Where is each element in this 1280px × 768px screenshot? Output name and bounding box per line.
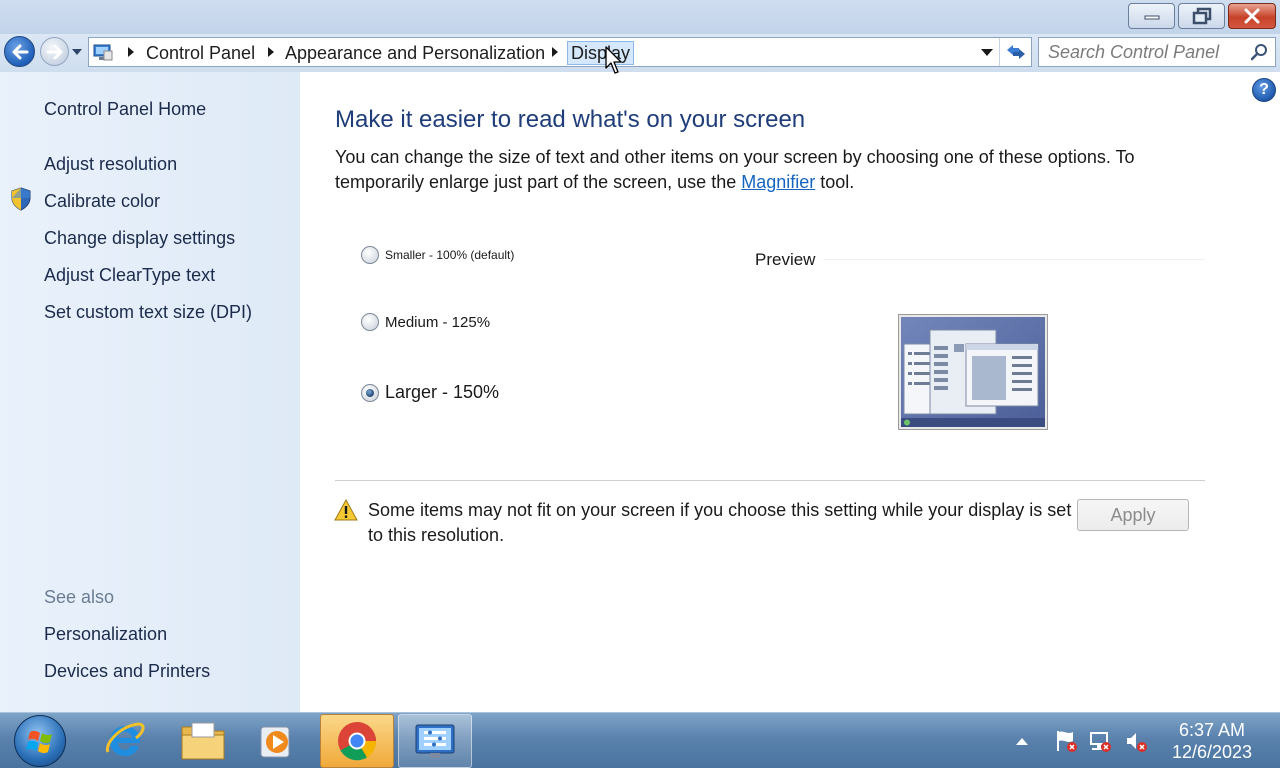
preview-label: Preview	[755, 250, 816, 269]
magnifier-link[interactable]: Magnifier	[741, 172, 815, 192]
breadcrumb-separator-icon	[128, 47, 134, 57]
address-dropdown-button[interactable]	[977, 38, 997, 66]
section-divider	[335, 480, 1205, 481]
breadcrumb-control-panel[interactable]: Control Panel	[143, 41, 258, 65]
left-pane: Control Panel Home Adjust resolution Cal…	[0, 72, 300, 712]
chrome-icon	[338, 722, 377, 761]
control-panel-icon	[415, 724, 455, 758]
media-player-icon	[260, 726, 290, 758]
refresh-icon	[1006, 45, 1025, 59]
action-center-flag-icon[interactable]	[1054, 729, 1078, 753]
custom-text-size-link[interactable]: Set custom text size (DPI)	[44, 302, 252, 323]
see-also-heading: See also	[44, 587, 115, 607]
volume-muted-icon[interactable]	[1124, 729, 1148, 753]
minimize-button[interactable]	[1128, 3, 1175, 29]
option-medium[interactable]: Medium - 125%	[361, 313, 490, 331]
navigation-bar: Control Panel Appearance and Personaliza…	[0, 34, 1280, 72]
page-description: You can change the size of text and othe…	[335, 145, 1175, 195]
back-button[interactable]	[4, 36, 35, 67]
option-smaller-label: Smaller - 100% (default)	[385, 248, 515, 262]
back-arrow-icon	[12, 44, 28, 59]
breadcrumb-appearance[interactable]: Appearance and Personalization	[282, 41, 548, 65]
calibrate-color-link[interactable]: Calibrate color	[44, 191, 160, 212]
description-text-end: tool.	[815, 172, 855, 192]
recent-pages-button[interactable]	[71, 46, 83, 58]
restore-icon	[1192, 7, 1211, 25]
forward-button[interactable]	[40, 37, 69, 66]
devices-and-printers-link[interactable]: Devices and Printers	[44, 661, 210, 682]
control-panel-home-link[interactable]: Control Panel Home	[44, 99, 206, 120]
warning-message: Some items may not fit on your screen if…	[368, 500, 1072, 545]
title-bar	[0, 0, 1280, 34]
internet-explorer-icon	[105, 722, 145, 756]
chevron-down-icon	[981, 48, 993, 56]
option-smaller[interactable]: Smaller - 100% (default)	[361, 246, 514, 264]
windows-logo-icon	[26, 730, 52, 754]
help-icon[interactable]: ?	[1252, 78, 1276, 102]
personalization-link[interactable]: Personalization	[44, 624, 167, 645]
close-button[interactable]	[1228, 3, 1276, 29]
adjust-resolution-link[interactable]: Adjust resolution	[44, 154, 177, 175]
search-input[interactable]	[1039, 38, 1247, 66]
option-medium-label: Medium - 125%	[385, 313, 491, 331]
radio-smaller[interactable]	[361, 246, 379, 264]
taskbar-clock[interactable]: 6:37 AM 12/6/2023	[1160, 719, 1264, 763]
clock-date: 12/6/2023	[1171, 742, 1253, 762]
option-larger-label: Larger - 150%	[385, 382, 500, 402]
taskbar-control-panel[interactable]	[398, 714, 472, 768]
search-icon[interactable]	[1251, 43, 1269, 61]
taskbar-file-explorer[interactable]	[166, 714, 240, 768]
mouse-cursor-icon	[605, 46, 622, 74]
shield-icon	[11, 187, 31, 211]
taskbar-media-player[interactable]	[240, 714, 314, 768]
warning-icon	[334, 499, 358, 521]
option-larger[interactable]: Larger - 150%	[361, 382, 499, 403]
search-box	[1038, 37, 1276, 67]
breadcrumb-separator-icon	[268, 47, 274, 57]
taskbar: 6:37 AM 12/6/2023	[0, 712, 1280, 768]
preview-divider	[823, 259, 1205, 260]
clock-time: 6:37 AM	[1178, 720, 1246, 740]
control-panel-icon	[93, 44, 113, 61]
adjust-cleartype-link[interactable]: Adjust ClearType text	[44, 265, 215, 286]
change-display-settings-link[interactable]: Change display settings	[44, 228, 235, 249]
main-pane: ? Make it easier to read what's on your …	[300, 72, 1280, 712]
close-icon	[1244, 8, 1260, 24]
folder-icon	[181, 722, 225, 760]
taskbar-chrome[interactable]	[320, 714, 394, 768]
apply-button[interactable]: Apply	[1077, 499, 1189, 531]
page-title: Make it easier to read what's on your sc…	[335, 106, 806, 133]
show-hidden-icons-icon[interactable]	[1014, 735, 1030, 747]
breadcrumb-separator-icon	[552, 47, 558, 57]
network-icon[interactable]	[1088, 729, 1112, 753]
minimize-icon	[1144, 15, 1159, 20]
description-text: You can change the size of text and othe…	[335, 147, 1135, 192]
address-bar[interactable]: Control Panel Appearance and Personaliza…	[88, 37, 1032, 67]
preview-image	[898, 314, 1048, 430]
forward-arrow-icon	[46, 44, 62, 59]
refresh-button[interactable]	[999, 38, 1031, 66]
radio-larger[interactable]	[361, 383, 379, 402]
chevron-down-icon	[72, 49, 82, 55]
restore-button[interactable]	[1178, 3, 1225, 29]
taskbar-internet-explorer[interactable]	[88, 714, 162, 768]
radio-medium[interactable]	[361, 313, 379, 331]
start-button[interactable]	[14, 715, 66, 767]
